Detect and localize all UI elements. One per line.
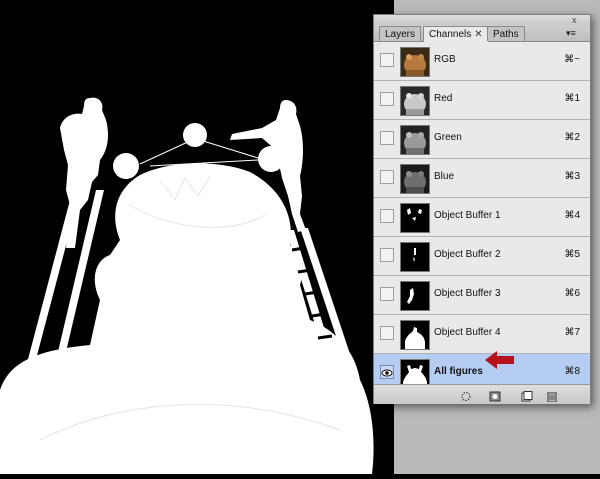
channel-row-object-buffer-1[interactable]: Object Buffer 1 ⌘4 bbox=[374, 198, 590, 237]
channel-name: Blue bbox=[434, 171, 455, 182]
channel-name: Object Buffer 1 bbox=[434, 210, 501, 221]
channel-thumbnail bbox=[400, 125, 430, 155]
visibility-toggle[interactable] bbox=[380, 287, 394, 301]
channel-name: Red bbox=[434, 93, 453, 104]
channel-row-green[interactable]: Green ⌘2 bbox=[374, 120, 590, 159]
visibility-toggle[interactable] bbox=[380, 92, 394, 106]
channel-row-object-buffer-2[interactable]: Object Buffer 2 ⌘5 bbox=[374, 237, 590, 276]
visibility-toggle[interactable] bbox=[380, 131, 394, 145]
channel-shortcut: ⌘7 bbox=[564, 327, 580, 338]
channel-shortcut: ⌘~ bbox=[564, 54, 580, 65]
annotation-arrow-icon bbox=[485, 351, 515, 374]
channel-row-blue[interactable]: Blue ⌘3 bbox=[374, 159, 590, 198]
channel-shortcut: ⌘6 bbox=[564, 288, 580, 299]
tab-channels-label: Channels bbox=[429, 29, 472, 40]
visibility-toggle[interactable] bbox=[380, 209, 394, 223]
channel-row-object-buffer-3[interactable]: Object Buffer 3 ⌘6 bbox=[374, 276, 590, 315]
channel-thumbnail bbox=[400, 47, 430, 77]
panel-tab-bar: Layers Channels ✕ Paths ▾≡ bbox=[374, 25, 590, 42]
visibility-toggle[interactable] bbox=[380, 326, 394, 340]
tab-layers[interactable]: Layers bbox=[379, 26, 422, 41]
channel-shortcut: ⌘1 bbox=[564, 93, 580, 104]
visibility-toggle[interactable] bbox=[380, 248, 394, 262]
panel-title-strip[interactable]: x bbox=[374, 15, 590, 25]
visibility-toggle[interactable] bbox=[380, 170, 394, 184]
tab-layers-label: Layers bbox=[385, 29, 416, 40]
channel-name: Green bbox=[434, 132, 462, 143]
channel-thumbnail bbox=[400, 320, 430, 350]
eye-icon bbox=[381, 369, 393, 377]
channel-thumbnail bbox=[400, 86, 430, 116]
channel-name: Object Buffer 4 bbox=[434, 327, 501, 338]
channel-shortcut: ⌘2 bbox=[564, 132, 580, 143]
channel-row-red[interactable]: Red ⌘1 bbox=[374, 81, 590, 120]
panel-menu-icon[interactable]: ▾≡ bbox=[566, 27, 576, 39]
channel-shortcut: ⌘4 bbox=[564, 210, 580, 221]
delete-channel-icon[interactable] bbox=[546, 389, 558, 403]
channel-shortcut: ⌘3 bbox=[564, 171, 580, 182]
channel-list: RGB ⌘~ Red ⌘1 Green ⌘2 Blue ⌘3 Object Bu… bbox=[374, 42, 590, 393]
visibility-toggle[interactable] bbox=[380, 365, 394, 379]
save-selection-icon[interactable] bbox=[489, 389, 501, 402]
channel-thumbnail bbox=[400, 281, 430, 311]
channel-name: Object Buffer 2 bbox=[434, 249, 501, 260]
channel-row-object-buffer-4[interactable]: Object Buffer 4 ⌘7 bbox=[374, 315, 590, 354]
channel-row-rgb[interactable]: RGB ⌘~ bbox=[374, 42, 590, 81]
close-tab-icon[interactable]: ✕ bbox=[474, 29, 482, 40]
tab-paths-label: Paths bbox=[493, 29, 519, 40]
close-panel-icon[interactable]: x bbox=[572, 15, 577, 25]
channel-name: Object Buffer 3 bbox=[434, 288, 501, 299]
tab-channels[interactable]: Channels ✕ bbox=[423, 26, 489, 42]
channel-name: RGB bbox=[434, 54, 456, 65]
channel-thumbnail bbox=[400, 164, 430, 194]
panel-footer-toolbar bbox=[374, 384, 590, 404]
new-channel-icon[interactable] bbox=[521, 389, 533, 402]
load-selection-icon[interactable] bbox=[460, 389, 472, 401]
channel-shortcut: ⌘5 bbox=[564, 249, 580, 260]
channel-thumbnail bbox=[400, 242, 430, 272]
channel-name: All figures bbox=[434, 366, 483, 377]
channel-shortcut: ⌘8 bbox=[564, 366, 580, 377]
tab-paths[interactable]: Paths bbox=[487, 26, 525, 41]
visibility-toggle[interactable] bbox=[380, 53, 394, 67]
channel-thumbnail bbox=[400, 203, 430, 233]
channels-panel: x Layers Channels ✕ Paths ▾≡ RGB ⌘~ Red … bbox=[373, 14, 591, 404]
